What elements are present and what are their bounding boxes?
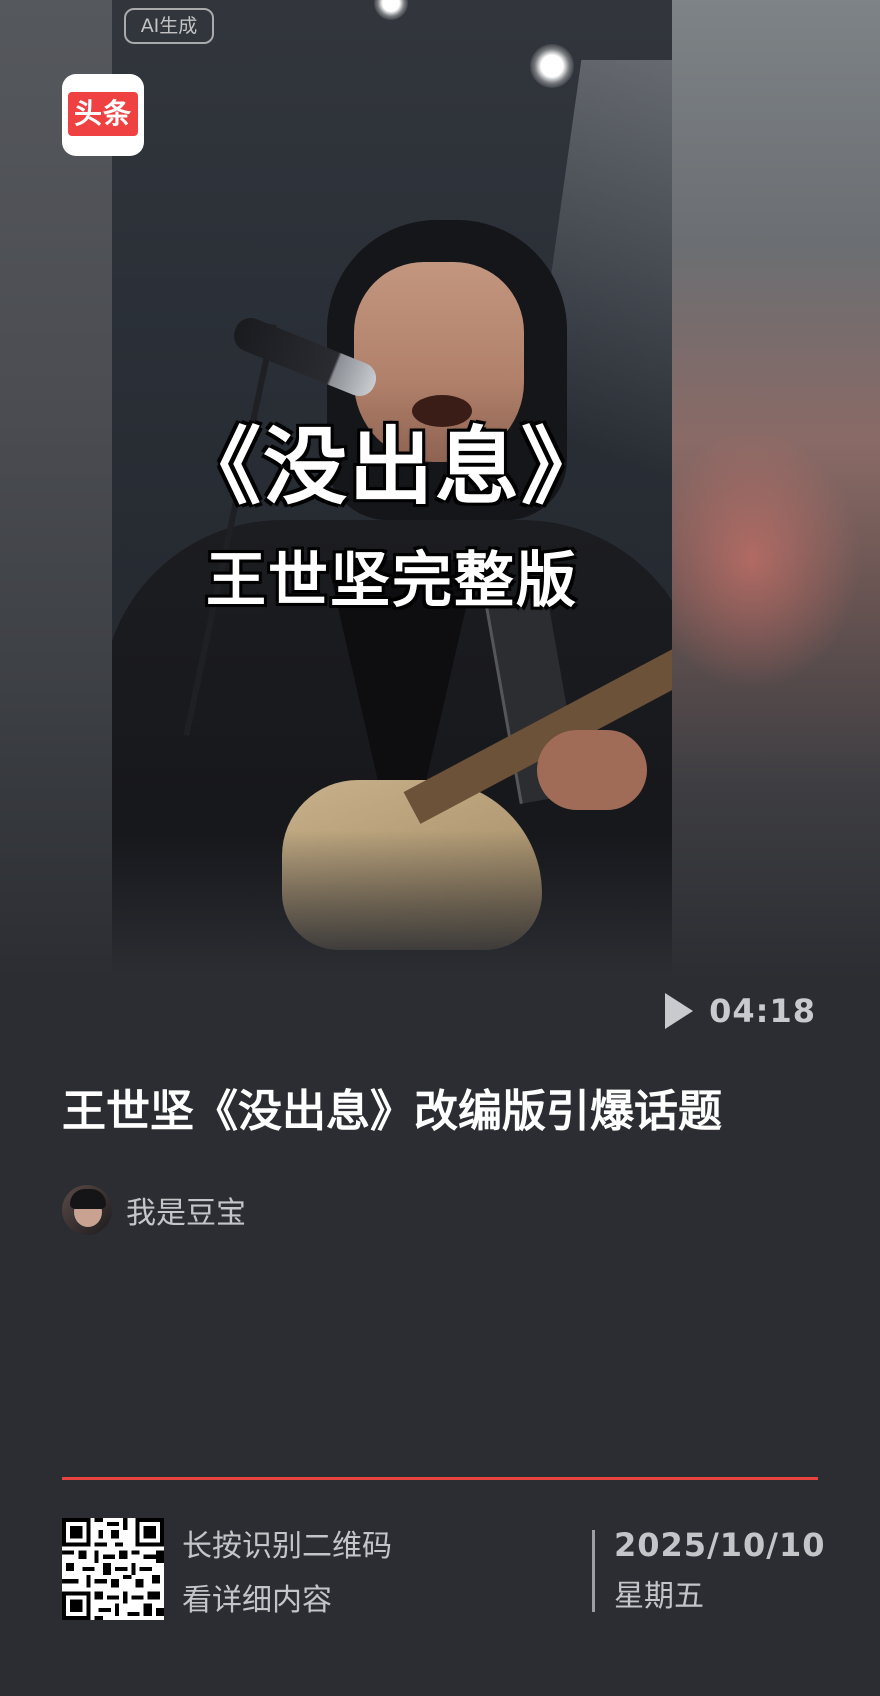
vertical-divider — [592, 1530, 595, 1612]
stage-glow — [642, 430, 862, 690]
divider — [62, 1477, 818, 1480]
video-cover[interactable]: 《没出息》 王世坚完整版 AI生成 头条 — [0, 0, 880, 980]
overlay-subtitle: 王世坚完整版 — [206, 546, 578, 616]
stage-light — [530, 44, 574, 88]
video-duration[interactable]: 04:18 — [665, 990, 816, 1032]
overlay-title: 《没出息》 — [176, 417, 607, 516]
bottom-fade — [112, 830, 672, 980]
publish-date: 2025/10/10 — [614, 1526, 826, 1564]
author-name[interactable]: 我是豆宝 — [126, 1188, 246, 1232]
qr-line-2: 看详细内容 — [182, 1583, 332, 1618]
qr-line-1: 长按识别二维码 — [182, 1529, 392, 1564]
blurred-background-right — [642, 0, 880, 980]
author-row[interactable]: 我是豆宝 — [62, 1185, 246, 1235]
logo-text: 头条 — [68, 92, 138, 136]
ai-generated-badge: AI生成 — [124, 8, 214, 44]
stage-light — [374, 0, 408, 20]
toutiao-logo: 头条 — [62, 74, 144, 156]
publish-weekday: 星期五 — [614, 1579, 704, 1614]
play-icon[interactable] — [665, 993, 694, 1029]
qr-instructions: 长按识别二维码 看详细内容 — [182, 1520, 392, 1628]
duration-label: 04:18 — [709, 992, 816, 1030]
video-thumbnail[interactable]: 《没出息》 王世坚完整版 AI生成 — [112, 0, 672, 980]
avatar-hair — [70, 1189, 106, 1209]
qr-code-icon[interactable] — [62, 1518, 164, 1620]
singer-hand — [537, 730, 647, 810]
avatar[interactable] — [62, 1185, 112, 1235]
article-headline[interactable]: 王世坚《没出息》改编版引爆话题 — [62, 1082, 842, 1142]
